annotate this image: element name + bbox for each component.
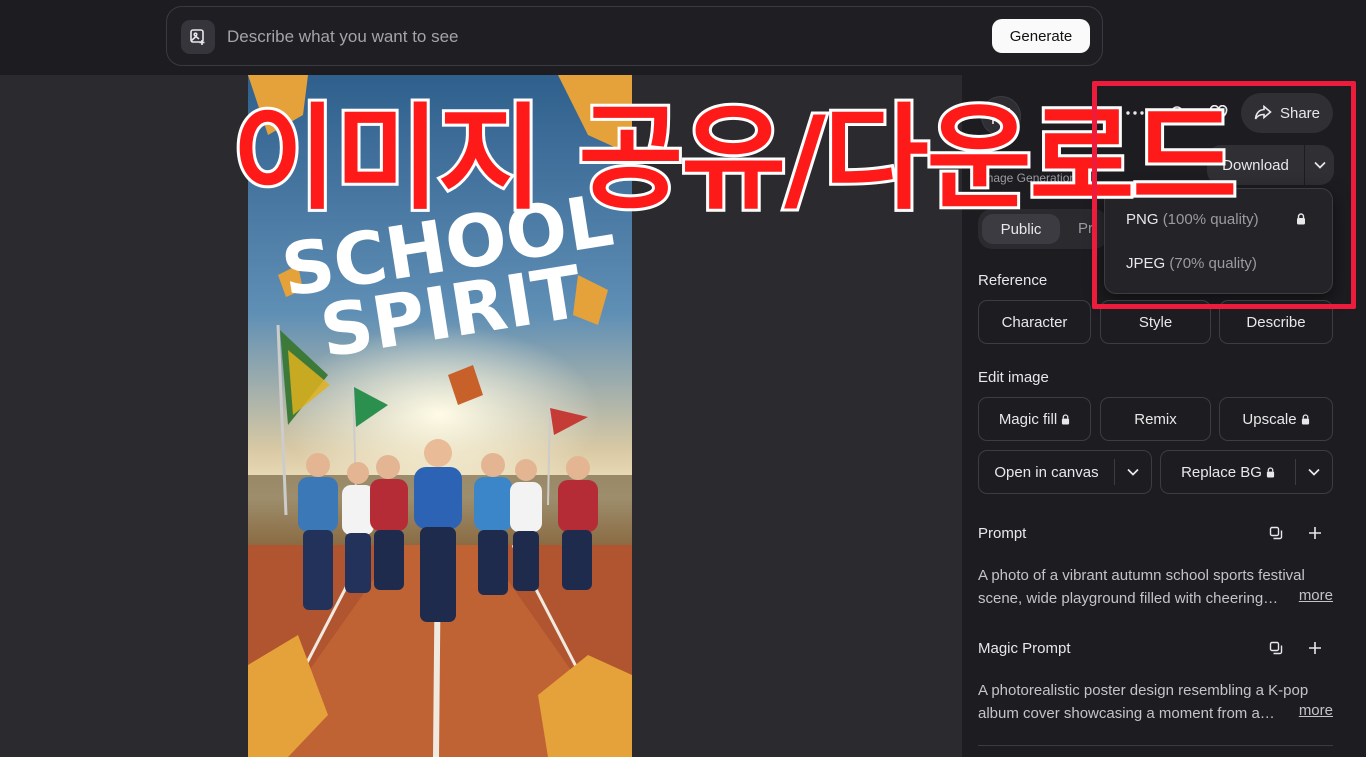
magic-prompt-label: Magic Prompt — [978, 640, 1071, 657]
copy-icon — [1269, 641, 1283, 655]
replace-bg-button[interactable]: Replace BG — [1161, 464, 1295, 481]
magic-prompt-more-link[interactable]: more — [1299, 702, 1333, 719]
add-prompt-button[interactable] — [1305, 523, 1325, 543]
copy-prompt-button[interactable] — [1266, 523, 1286, 543]
prompt-more-link[interactable]: more — [1299, 587, 1333, 604]
replace-bg-split-button: Replace BG — [1160, 450, 1333, 494]
prompt-label: Prompt — [978, 525, 1027, 542]
plus-icon — [1309, 642, 1321, 654]
edit-image-label: Edit image — [978, 369, 1049, 386]
copy-icon — [1269, 526, 1283, 540]
plus-icon — [1309, 527, 1321, 539]
prompt-bar: Generate — [166, 6, 1103, 66]
open-in-canvas-options[interactable] — [1115, 468, 1151, 476]
lock-icon — [1266, 466, 1275, 477]
highlight-box — [1092, 81, 1356, 309]
copy-magic-prompt-button[interactable] — [1266, 638, 1286, 658]
prompt-text: A photo of a vibrant autumn school sport… — [978, 567, 1305, 607]
open-in-canvas-label: Open in canvas — [994, 463, 1099, 481]
chevron-down-icon — [1127, 468, 1139, 476]
remix-label: Remix — [1134, 410, 1177, 428]
add-magic-prompt-button[interactable] — [1305, 638, 1325, 658]
remix-button[interactable]: Remix — [1100, 397, 1211, 441]
magic-fill-label: Magic fill — [998, 410, 1058, 428]
lock-icon — [1301, 413, 1309, 424]
reference-character-button[interactable]: Character — [978, 300, 1091, 344]
upscale-button[interactable]: Upscale — [1219, 397, 1333, 441]
overlay-title: 이미지 공유/다운로드 — [229, 92, 1240, 225]
lock-icon — [1062, 413, 1070, 424]
magic-prompt-text: A photorealistic poster design resemblin… — [978, 682, 1309, 722]
magic-fill-button[interactable]: Magic fill — [978, 397, 1091, 441]
describe-label: Describe — [1246, 313, 1306, 331]
upscale-label: Upscale — [1242, 410, 1297, 428]
open-in-canvas-button[interactable]: Open in canvas — [979, 464, 1114, 481]
replace-bg-options[interactable] — [1296, 468, 1332, 476]
reference-label: Reference — [978, 272, 1048, 289]
top-bar: Generate — [0, 0, 1366, 75]
style-label: Style — [1138, 313, 1173, 331]
open-in-canvas-split-button: Open in canvas — [978, 450, 1152, 494]
prompt-input[interactable] — [227, 21, 927, 53]
chevron-down-icon — [1308, 468, 1320, 476]
add-image-icon — [190, 29, 205, 45]
divider — [978, 745, 1333, 746]
character-label: Character — [1001, 313, 1068, 331]
replace-bg-label: Replace BG — [1181, 463, 1262, 481]
add-image-button[interactable] — [181, 20, 215, 54]
generate-button[interactable]: Generate — [992, 19, 1090, 53]
